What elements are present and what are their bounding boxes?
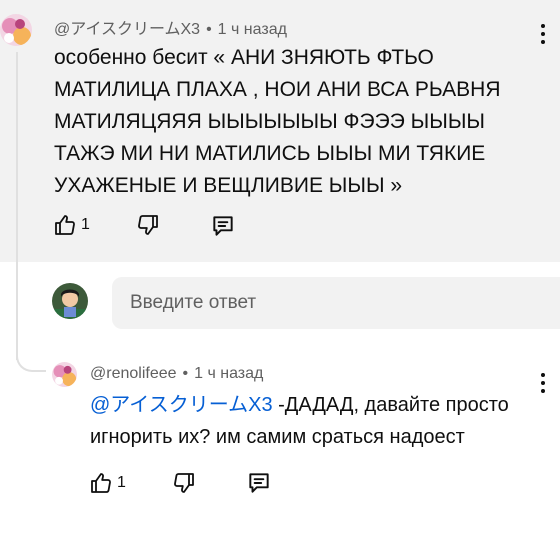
- reply-text-rest: -ДАДАД, давайте просто: [272, 394, 509, 416]
- thumbs-up-icon: [55, 215, 75, 235]
- meta-separator: •: [182, 365, 189, 382]
- reply-input[interactable]: [112, 277, 560, 329]
- dislike-button[interactable]: [172, 471, 196, 495]
- comment-text-line: МАТИЛИЦА ПЛАХА , НОИ АНИ ВСА РЬАВНЯ: [54, 78, 501, 101]
- comment-text-line: особенно бесит « АНИ ЗНЯЮТЬ ФТЬО: [54, 46, 434, 69]
- reply-text-line: @アイスクリームX3 -ДАДАД, давайте просто: [90, 389, 509, 421]
- like-button[interactable]: 1: [53, 213, 90, 237]
- comment-author[interactable]: @アイスクリームX3: [54, 21, 200, 38]
- user-avatar[interactable]: [52, 283, 88, 319]
- meta-separator: •: [206, 21, 212, 38]
- reply-text-line: игнорить их? им самим сраться надоест: [90, 426, 465, 448]
- reply-text: @アイスクリームX3 -ДАДАД, давайте просто игнори…: [90, 389, 509, 453]
- comment-reply-icon: [249, 473, 269, 493]
- like-button[interactable]: 1: [89, 471, 126, 495]
- thumbs-down-icon: [174, 473, 194, 493]
- thread-connector: [16, 330, 46, 372]
- thumbs-up-icon: [91, 473, 111, 493]
- reply-author-avatar[interactable]: [52, 362, 77, 387]
- comment-text-line: УХАЖЕНЫЕ И ВЕЩЛИВИЕ ЫЫЫ »: [54, 174, 403, 197]
- reply-button[interactable]: [210, 213, 236, 239]
- reply-field[interactable]: [112, 277, 560, 329]
- more-vertical-icon[interactable]: [541, 373, 545, 393]
- comment-reply-icon: [213, 216, 233, 236]
- comment-meta: @アイスクリームX3 • 1 ч назад: [54, 15, 287, 39]
- dislike-button[interactable]: [136, 213, 160, 237]
- thread-line: [16, 52, 18, 360]
- like-count: 1: [81, 216, 90, 233]
- reply-button[interactable]: [246, 470, 272, 496]
- reply-meta: @renolifeee • 1 ч назад: [90, 365, 263, 383]
- reply-time[interactable]: 1 ч назад: [194, 365, 263, 382]
- comment-text-line: МАТИЛЯЦЯЯЯ ЫЫЫЫЫЫЫ ФЭЭЭ ЫЫЫЫ: [54, 110, 486, 133]
- thumbs-down-icon: [138, 215, 158, 235]
- comment-text-line: ТАЖЭ МИ НИ МАТИЛИСЬ ЫЫЫ МИ ТЯКИЕ: [54, 142, 486, 165]
- mention-link[interactable]: @アイスクリームX3: [90, 394, 273, 416]
- reply-author[interactable]: @renolifeee: [90, 365, 177, 382]
- like-count: 1: [117, 474, 126, 491]
- more-vertical-icon[interactable]: [541, 24, 545, 44]
- commenter-avatar[interactable]: [0, 14, 32, 46]
- comment-text: особенно бесит « АНИ ЗНЯЮТЬ ФТЬО МАТИЛИЦ…: [54, 42, 501, 202]
- comment-time[interactable]: 1 ч назад: [218, 21, 287, 38]
